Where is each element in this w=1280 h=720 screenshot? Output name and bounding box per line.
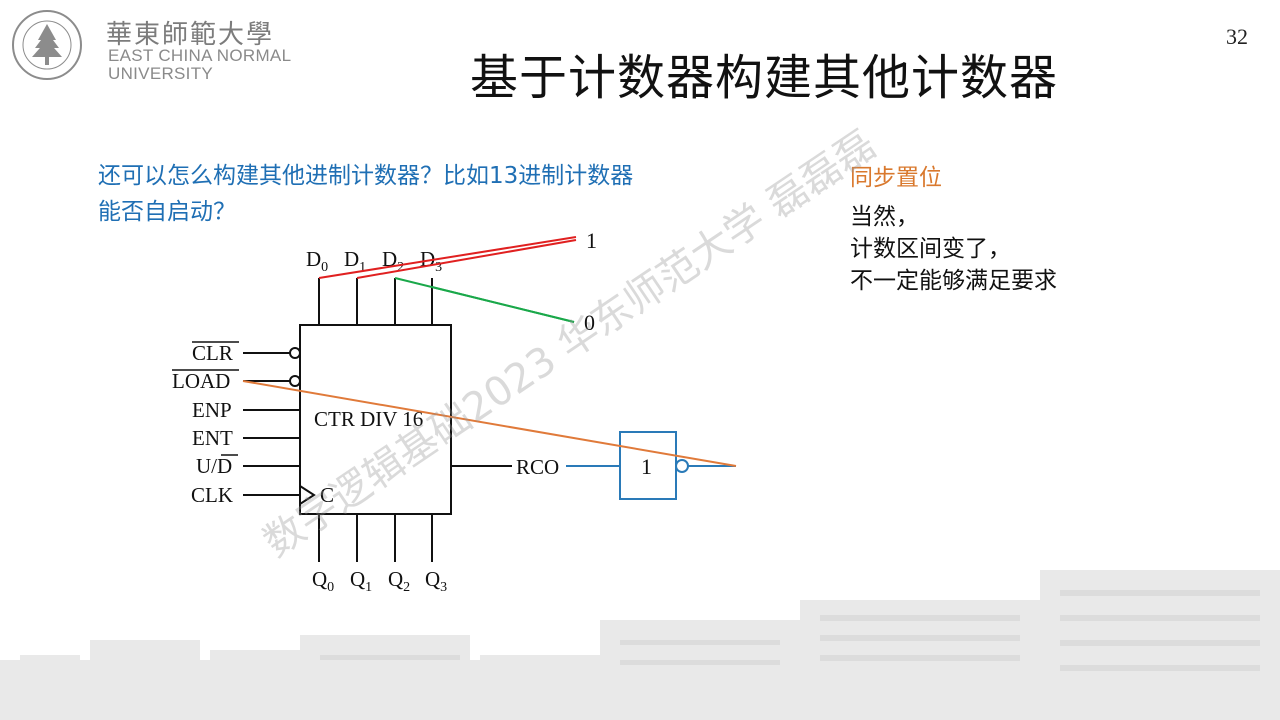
clr-label: CLR bbox=[192, 341, 233, 365]
constant-one-label: 1 bbox=[586, 228, 597, 253]
counter-circuit-diagram: CTR DIV 16 D0 D1 D2 D3 1 0 CLR LOAD ENP … bbox=[172, 228, 737, 595]
d0-label: D0 bbox=[306, 247, 328, 275]
slide: 華東師範大學 EAST CHINA NORMAL UNIVERSITY 32 基… bbox=[0, 0, 1280, 720]
load-label: LOAD bbox=[172, 369, 230, 393]
rco-label: RCO bbox=[516, 455, 559, 479]
q2-label: Q2 bbox=[388, 567, 410, 595]
q3-label: Q3 bbox=[425, 567, 447, 595]
clk-label: CLK bbox=[191, 483, 233, 507]
ent-label: ENT bbox=[192, 426, 233, 450]
enp-label: ENP bbox=[192, 398, 232, 422]
not-gate-bubble bbox=[675, 459, 689, 473]
control-pins bbox=[243, 347, 316, 505]
q1-label: Q1 bbox=[350, 567, 372, 595]
not-gate-label: 1 bbox=[641, 454, 652, 479]
data-input-pins bbox=[318, 278, 433, 325]
q0-label: Q0 bbox=[312, 567, 334, 595]
ud-label: U/D bbox=[196, 454, 232, 478]
